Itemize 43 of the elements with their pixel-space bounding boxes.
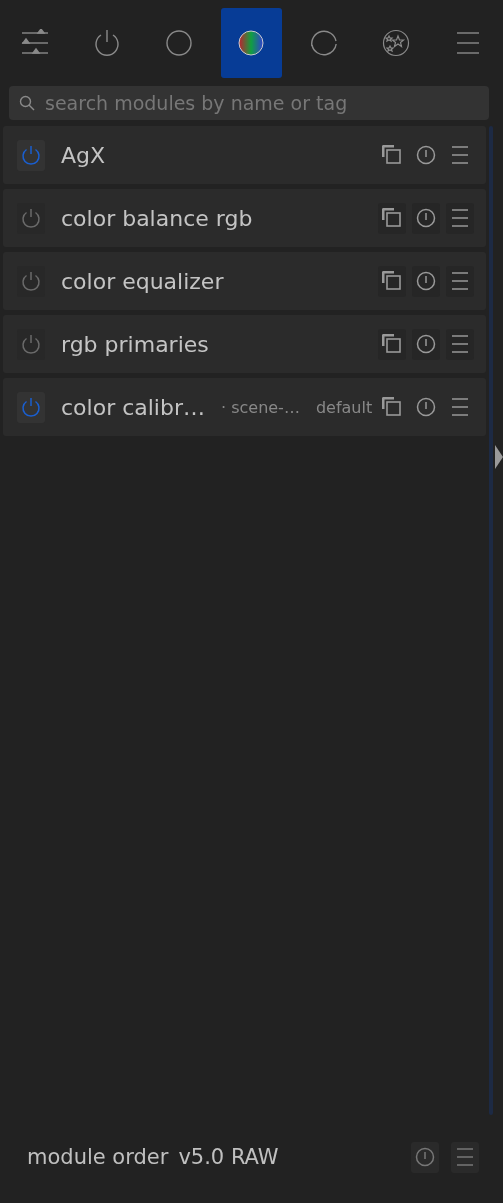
menu-icon	[450, 271, 471, 291]
instances-button[interactable]	[378, 202, 407, 234]
module-header[interactable]: color balance rgb	[3, 189, 487, 247]
module-name: rgb primaries	[61, 331, 209, 357]
preset-name: default	[315, 397, 373, 417]
menu-icon	[455, 1147, 475, 1167]
presets-menu-button[interactable]	[446, 202, 475, 234]
presets-menu-button[interactable]	[446, 328, 475, 360]
color-circle-icon	[237, 29, 266, 57]
reset-button[interactable]	[412, 328, 441, 360]
menu-icon	[450, 145, 471, 165]
reset-button[interactable]	[412, 265, 441, 297]
circle-icon	[165, 29, 194, 57]
menu-icon	[450, 397, 471, 417]
module-name: AgX	[61, 142, 106, 168]
module-name: color equalizer	[61, 268, 224, 294]
module-label: · scene-…	[221, 397, 300, 417]
search-icon	[19, 95, 35, 111]
module-header[interactable]: rgb primaries	[3, 315, 487, 373]
instances-button[interactable]	[378, 328, 407, 360]
expand-arrow-icon[interactable]	[495, 445, 503, 469]
power-icon	[92, 29, 121, 57]
menu-icon	[450, 208, 471, 228]
reset-button[interactable]	[411, 1141, 439, 1173]
search-field[interactable]: search modules by name or tag	[9, 86, 489, 120]
sliders-icon	[20, 29, 49, 57]
reset-button[interactable]	[412, 202, 441, 234]
presets-menu-button[interactable]	[446, 265, 475, 297]
module-header[interactable]: AgX	[3, 126, 487, 184]
module-name: color balance rgb	[61, 205, 253, 231]
module-group-tab[interactable]	[221, 8, 282, 78]
module-header[interactable]: color calibr… · scene-… default	[3, 378, 487, 436]
power-button[interactable]	[17, 139, 45, 171]
module-order-label: module order	[27, 1145, 169, 1169]
menu-icon	[456, 31, 481, 55]
presets-menu-button[interactable]	[451, 1141, 479, 1173]
module-order-value: v5.0 RAW	[178, 1145, 279, 1169]
module-header[interactable]: color equalizer	[3, 252, 487, 310]
power-button[interactable]	[17, 391, 45, 423]
stars-icon	[382, 29, 411, 57]
instances-button[interactable]	[378, 265, 407, 297]
module-name: color calibr…	[61, 394, 205, 420]
menu-icon	[450, 334, 471, 354]
